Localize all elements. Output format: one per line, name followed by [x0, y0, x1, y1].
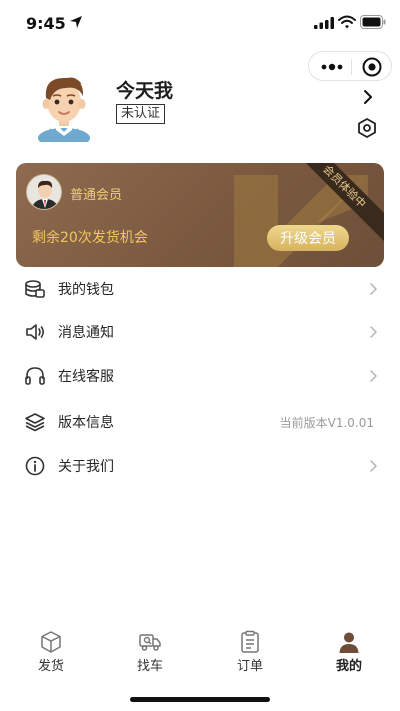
remaining-shipments: 剩余20次发货机会: [32, 230, 148, 246]
tab-label-find-truck: 找车: [136, 659, 163, 674]
more-dots-icon[interactable]: [319, 59, 345, 75]
menu-item-notifications[interactable]: 消息通知: [0, 310, 400, 354]
menu-item-wallet[interactable]: 我的钱包: [0, 267, 400, 311]
info-icon: [25, 456, 45, 476]
menu-item-version[interactable]: 版本信息 当前版本V1.0.01: [0, 400, 400, 444]
location-arrow-icon: [70, 16, 82, 28]
current-version-value: 当前版本V1.0.01: [279, 416, 374, 430]
capsule-divider: [351, 59, 352, 75]
wifi-icon: [338, 15, 356, 29]
close-target-icon[interactable]: [361, 56, 383, 78]
tab-orders[interactable]: 订单: [210, 626, 290, 678]
speaker-icon: [26, 324, 45, 340]
person-icon: [339, 632, 359, 653]
menu-item-support[interactable]: 在线客服: [0, 354, 400, 398]
chevron-right-icon: [370, 370, 377, 382]
username: 今天我: [116, 80, 174, 102]
cellular-signal-icon: [314, 17, 334, 29]
status-bar: 9:45: [0, 0, 400, 46]
chevron-right-icon: [370, 326, 377, 338]
chevron-right-icon: [370, 460, 377, 472]
battery-icon: [360, 15, 386, 29]
verification-badge[interactable]: 未认证: [116, 104, 166, 124]
clipboard-icon: [241, 630, 259, 653]
tab-ship[interactable]: 发货: [11, 626, 91, 678]
tab-bar: 发货 找车 订单 我的: [0, 626, 400, 678]
tab-label-ship: 发货: [37, 659, 64, 674]
upgrade-member-button[interactable]: 升级会员: [267, 225, 349, 251]
member-level: 普通会员: [70, 188, 123, 203]
menu-label-about: 关于我们: [58, 459, 114, 475]
chevron-right-icon: [370, 283, 377, 295]
status-time: 9:45: [26, 14, 66, 33]
home-indicator: [130, 697, 270, 702]
menu-label-notifications: 消息通知: [58, 325, 114, 341]
box-icon: [41, 631, 61, 653]
layers-icon: [25, 413, 45, 432]
avatar[interactable]: [26, 66, 102, 142]
tab-mine[interactable]: 我的: [309, 626, 389, 678]
headset-icon: [25, 367, 45, 385]
tab-label-orders: 订单: [236, 659, 263, 674]
menu-label-wallet: 我的钱包: [58, 282, 114, 298]
miniprogram-capsule: [308, 51, 392, 81]
tab-find-truck[interactable]: 找车: [110, 626, 190, 678]
profile-chevron-right-icon[interactable]: [360, 88, 376, 106]
member-card[interactable]: 会员体验中 普通会员 剩余20次发货机会 升级会员: [16, 163, 384, 267]
settings-hexagon-icon[interactable]: [356, 117, 378, 139]
truck-icon: [139, 634, 161, 651]
member-avatar: [26, 174, 62, 210]
menu-item-about[interactable]: 关于我们: [0, 444, 400, 488]
menu-label-version: 版本信息: [58, 415, 114, 431]
menu-label-support: 在线客服: [58, 369, 114, 385]
wallet-icon: [25, 280, 45, 298]
tab-label-mine: 我的: [335, 659, 362, 674]
